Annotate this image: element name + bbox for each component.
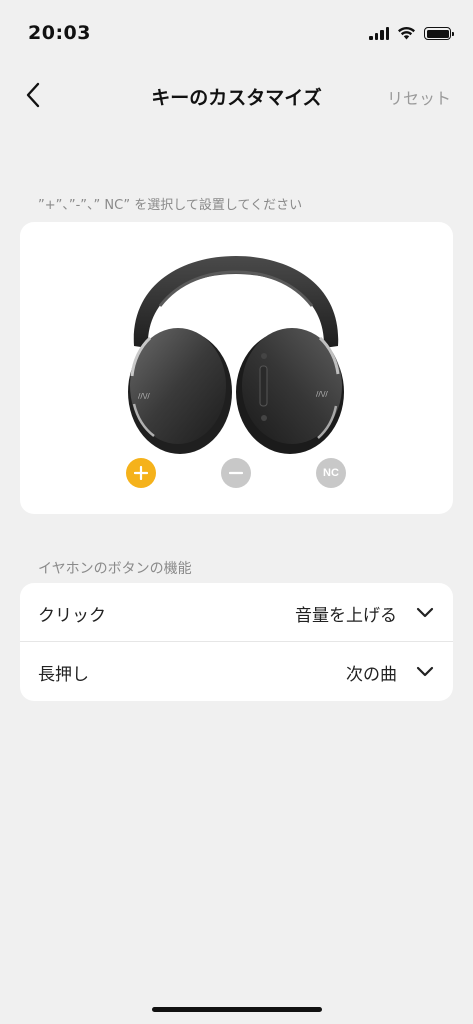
signal-icon — [369, 26, 389, 40]
battery-icon — [424, 27, 454, 40]
setting-label: 長押し — [38, 665, 89, 685]
svg-text://\//: //\// — [138, 392, 150, 400]
status-bar: 20:03 — [0, 0, 473, 70]
setting-label: クリック — [38, 606, 106, 626]
setting-row-long-press[interactable]: 長押し 次の曲 — [20, 642, 453, 701]
reset-button[interactable]: リセット — [387, 85, 451, 109]
plus-key-button[interactable] — [126, 458, 156, 488]
chevron-down-icon — [416, 607, 434, 618]
headphone-card: //\// //\// NC — [20, 222, 453, 514]
setting-value: 音量を上げる — [295, 606, 397, 626]
plus-icon — [134, 466, 148, 480]
selection-hint: ”+”、”-”、” NC” を選択して設置してください — [38, 198, 303, 213]
wifi-icon — [398, 26, 415, 40]
key-selector: NC — [20, 458, 453, 490]
setting-row-click[interactable]: クリック 音量を上げる — [20, 583, 453, 642]
svg-text://\//: //\// — [316, 390, 328, 398]
minus-key-button[interactable] — [221, 458, 251, 488]
setting-value: 次の曲 — [346, 665, 397, 685]
button-functions-card: クリック 音量を上げる 長押し 次の曲 — [20, 583, 453, 701]
home-indicator[interactable] — [152, 1007, 322, 1012]
nav-bar: キーのカスタマイズ リセット — [0, 70, 473, 120]
minus-icon — [229, 471, 243, 475]
status-time: 20:03 — [28, 22, 91, 44]
chevron-down-icon — [416, 666, 434, 677]
headphones-image: //\// //\// — [128, 256, 344, 454]
status-icons — [369, 26, 454, 40]
nc-key-button[interactable]: NC — [316, 458, 346, 488]
section-label: イヤホンのボタンの機能 — [38, 561, 192, 577]
